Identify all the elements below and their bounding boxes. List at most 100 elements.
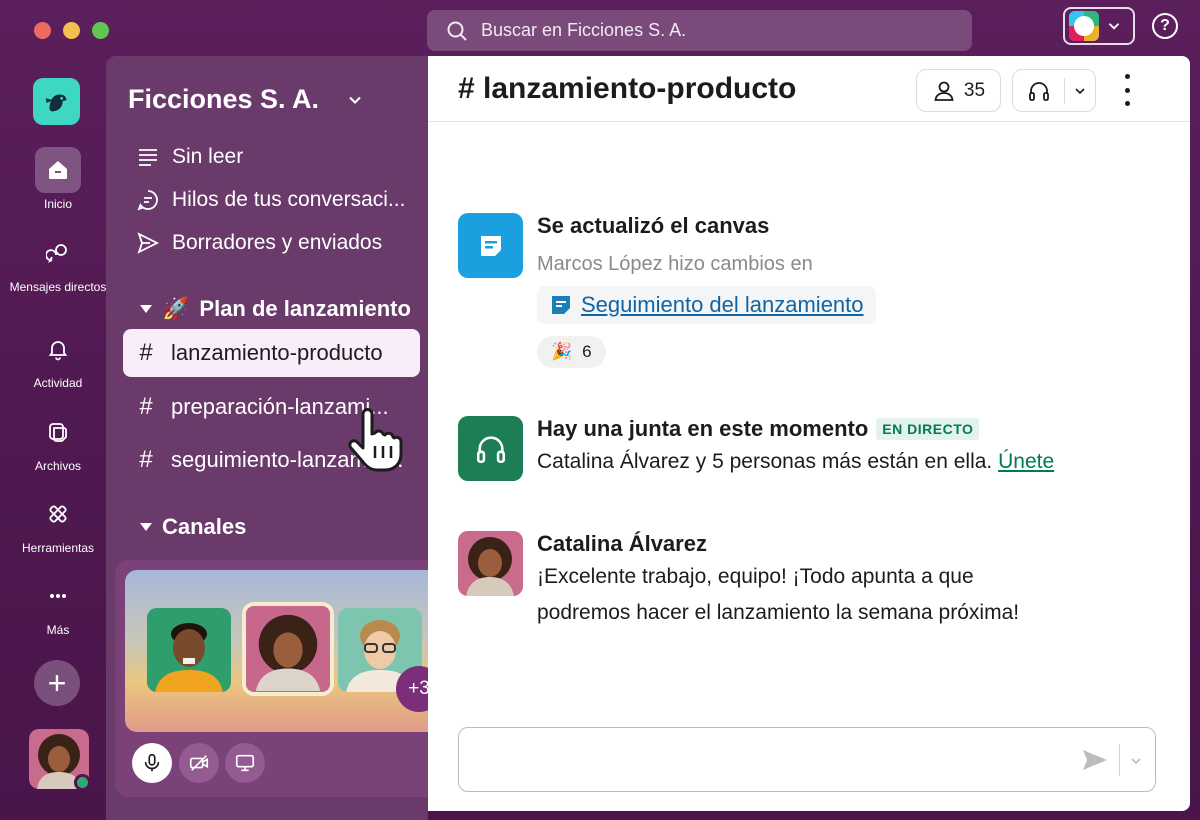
workspace-bird-logo-icon[interactable]: [33, 78, 80, 125]
rail-item-activity[interactable]: Actividad: [0, 326, 116, 391]
huddle-window: +3: [115, 560, 451, 797]
nav-label: Hilos de tus conversaci...: [172, 188, 406, 211]
screen-share-button[interactable]: [225, 743, 265, 783]
huddle-button[interactable]: [1012, 69, 1096, 112]
caret-down-icon: [140, 523, 152, 531]
rail-item-dms[interactable]: Mensajes directos: [0, 230, 116, 295]
section-channels[interactable]: Canales: [140, 514, 246, 540]
video-off-icon: [189, 755, 209, 771]
rail-label: Archivos: [34, 459, 81, 473]
join-link[interactable]: Únete: [998, 450, 1054, 473]
canvas-link-label: Seguimiento del lanzamiento: [581, 292, 864, 317]
help-button[interactable]: ?: [1152, 13, 1178, 39]
headphones-icon: [1028, 81, 1049, 101]
reaction-count: 6: [582, 342, 592, 361]
close-window-button[interactable]: [34, 22, 51, 39]
hash-icon: #: [139, 393, 153, 420]
hand-pointer-cursor-icon: [348, 408, 403, 472]
live-badge: EN DIRECTO: [876, 418, 980, 440]
hash-icon: #: [139, 446, 153, 473]
section-label: Canales: [162, 514, 247, 539]
chevron-down-icon: [1108, 23, 1120, 30]
rail-label: Actividad: [33, 376, 83, 390]
online-status-dot: [74, 774, 91, 791]
participant-avatar-active-speaker[interactable]: [242, 602, 334, 696]
microphone-icon: [144, 753, 160, 772]
person-icon: [934, 81, 954, 101]
message-title: Se actualizó el canvas: [537, 213, 770, 238]
chevron-down-icon[interactable]: [1128, 753, 1144, 769]
huddle-headphones-icon: [458, 416, 523, 481]
workspace-logo-icon: [1069, 11, 1099, 41]
channel-title[interactable]: # lanzamiento-producto: [458, 72, 796, 106]
canvas-doc-icon: [552, 296, 570, 314]
chevron-down-icon: [349, 96, 361, 104]
nav-unread[interactable]: Sin leer: [136, 145, 243, 169]
minimize-window-button[interactable]: [63, 22, 80, 39]
channel-header: # lanzamiento-producto 35: [428, 56, 1190, 122]
rail-label: Mensajes directos: [9, 280, 107, 294]
message-title: Hay una junta en este momento: [537, 416, 869, 441]
hash-icon: #: [139, 339, 153, 366]
mic-toggle-button[interactable]: [132, 743, 172, 783]
more-options-icon[interactable]: [1118, 74, 1136, 106]
rail-label: Herramientas: [21, 541, 95, 555]
canvas-icon: [458, 213, 523, 278]
dm-icon: [46, 244, 67, 264]
meeting-text: Catalina Álvarez y 5 personas más están …: [537, 450, 993, 473]
channel-item-lanzamiento-producto[interactable]: # lanzamiento-producto: [123, 329, 420, 377]
nav-label: Sin leer: [172, 145, 244, 168]
threads-icon: [137, 190, 158, 211]
message-line: podremos hacer el lanzamiento la semana …: [537, 601, 1020, 624]
rail-item-tools[interactable]: Herramientas: [0, 491, 116, 556]
channel-view: # lanzamiento-producto 35 Se actualizó e…: [428, 56, 1190, 811]
section-launch-plan[interactable]: 🚀 Plan de lanzamiento: [140, 296, 411, 322]
files-icon: [49, 423, 67, 442]
canvas-link[interactable]: Seguimiento del lanzamiento: [537, 286, 876, 324]
huddle-participants-panel[interactable]: +3: [125, 570, 443, 732]
search-placeholder: Buscar en Ficciones S. A.: [481, 20, 687, 40]
caret-down-icon: [140, 305, 152, 313]
section-label: Plan de lanzamiento: [199, 296, 411, 321]
workspace-name-button[interactable]: Ficciones S. A.: [128, 84, 365, 115]
message-line: ¡Excelente trabajo, equipo! ¡Todo apunta…: [537, 565, 974, 588]
app-window: Buscar en Ficciones S. A. ? Inicio Mensa…: [0, 0, 1200, 820]
tools-icon: [49, 505, 67, 523]
channel-label: lanzamiento-producto: [171, 340, 383, 365]
message-composer-input[interactable]: [458, 727, 1156, 792]
more-icon: [50, 594, 66, 598]
rail-label: Inicio: [43, 197, 72, 211]
nav-drafts[interactable]: Borradores y enviados: [136, 231, 382, 255]
rocket-emoji: 🚀: [162, 296, 190, 321]
rail-item-home[interactable]: Inicio: [0, 147, 116, 212]
nav-threads[interactable]: Hilos de tus conversaci...: [136, 188, 405, 212]
window-controls: [34, 22, 109, 39]
screen-share-icon: [235, 754, 255, 772]
rail-item-files[interactable]: Archivos: [0, 409, 116, 474]
workspace-name: Ficciones S. A.: [128, 84, 320, 114]
bell-icon: [48, 341, 68, 361]
members-button[interactable]: 35: [916, 69, 1001, 112]
send-divider: [1119, 744, 1120, 776]
rail-label: Más: [46, 623, 70, 637]
author-avatar[interactable]: [458, 531, 523, 596]
maximize-window-button[interactable]: [92, 22, 109, 39]
reaction-pill[interactable]: 🎉 6: [537, 336, 606, 368]
nav-label: Borradores y enviados: [172, 231, 383, 254]
list-icon: [139, 149, 157, 166]
add-workspace-button[interactable]: +: [34, 660, 80, 706]
workspace-rail: Inicio Mensajes directos Actividad Archi…: [0, 60, 116, 820]
search-icon: [447, 21, 467, 41]
participant-avatar[interactable]: [147, 608, 231, 692]
video-toggle-button[interactable]: [179, 743, 219, 783]
send-icon: [137, 232, 160, 254]
send-icon[interactable]: [1081, 748, 1109, 772]
members-count: 35: [963, 79, 986, 101]
workspace-switcher-button[interactable]: [1063, 7, 1135, 45]
message-subtitle: Marcos López hizo cambios en: [537, 253, 813, 275]
search-bar[interactable]: Buscar en Ficciones S. A.: [427, 10, 972, 51]
chevron-down-icon: [1075, 87, 1085, 94]
author-name[interactable]: Catalina Álvarez: [537, 531, 1157, 557]
rail-item-more[interactable]: Más: [0, 573, 116, 638]
home-icon: [49, 161, 67, 179]
